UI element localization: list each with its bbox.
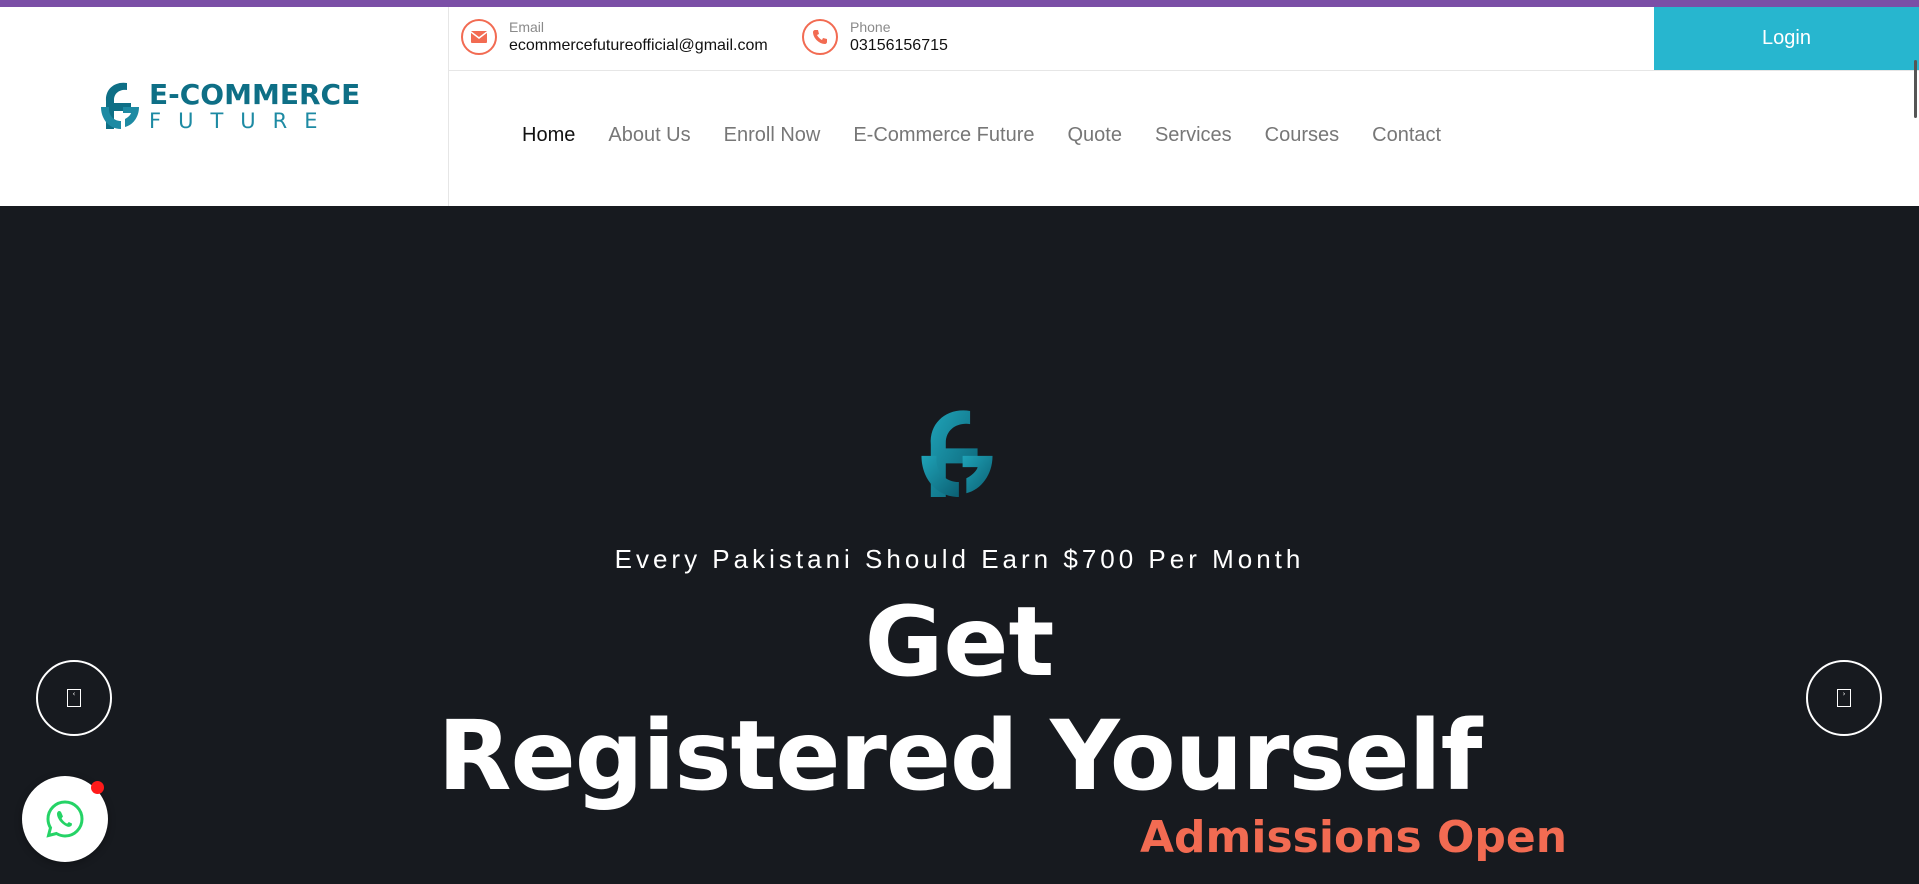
admissions-badge: Admissions Open: [1140, 812, 1568, 863]
nav-item-quote[interactable]: Quote: [1067, 124, 1121, 147]
whatsapp-icon: [46, 800, 84, 838]
nav-item-ecommerce-future[interactable]: E-Commerce Future: [853, 124, 1034, 147]
arrow-right-icon: ›: [1837, 689, 1851, 707]
contact-phone: Phone 03156156715: [802, 19, 948, 55]
hero-title-line2: Registered Yourself: [437, 700, 1483, 812]
ef-logo-icon: [101, 82, 139, 129]
site-header: E-COMMERCE FUTURE Email ecommercefutureo…: [0, 7, 1919, 206]
main-nav: Home About Us Enroll Now E-Commerce Futu…: [522, 124, 1474, 147]
login-button[interactable]: Login: [1654, 7, 1919, 70]
slider-prev-button[interactable]: ‹: [36, 660, 112, 736]
email-label: Email: [509, 19, 545, 35]
whatsapp-chat-button[interactable]: [22, 776, 108, 862]
envelope-icon: [461, 19, 497, 55]
hero-title-line1: Get: [864, 586, 1055, 698]
page-scrollbar[interactable]: [1914, 60, 1917, 118]
arrow-left-icon: ‹: [67, 689, 81, 707]
nav-item-about-us[interactable]: About Us: [608, 124, 690, 147]
nav-item-enroll-now[interactable]: Enroll Now: [724, 124, 821, 147]
hero-logo-icon: [921, 410, 993, 497]
logo-title: E-COMMERCE: [149, 77, 361, 111]
notification-dot: [91, 781, 104, 794]
hero-tagline: Every Pakistani Should Earn $700 Per Mon…: [614, 544, 1305, 574]
site-logo[interactable]: E-COMMERCE FUTURE: [97, 79, 360, 133]
slider-next-button[interactable]: ›: [1806, 660, 1882, 736]
phone-label: Phone: [850, 19, 891, 35]
nav-item-home[interactable]: Home: [522, 124, 575, 147]
contact-email: Email ecommercefutureofficial@gmail.com: [461, 19, 768, 55]
logo-area: E-COMMERCE FUTURE: [0, 7, 449, 206]
top-accent-bar: [0, 0, 1919, 7]
phone-icon: [802, 19, 838, 55]
nav-item-courses[interactable]: Courses: [1265, 124, 1339, 147]
email-link[interactable]: ecommercefutureofficial@gmail.com: [509, 37, 768, 55]
nav-item-contact[interactable]: Contact: [1372, 124, 1441, 147]
nav-item-services[interactable]: Services: [1155, 124, 1232, 147]
hero-banner: Every Pakistani Should Earn $700 Per Mon…: [0, 206, 1919, 884]
logo-subtitle: FUTURE: [149, 108, 335, 133]
phone-link[interactable]: 03156156715: [850, 37, 948, 55]
